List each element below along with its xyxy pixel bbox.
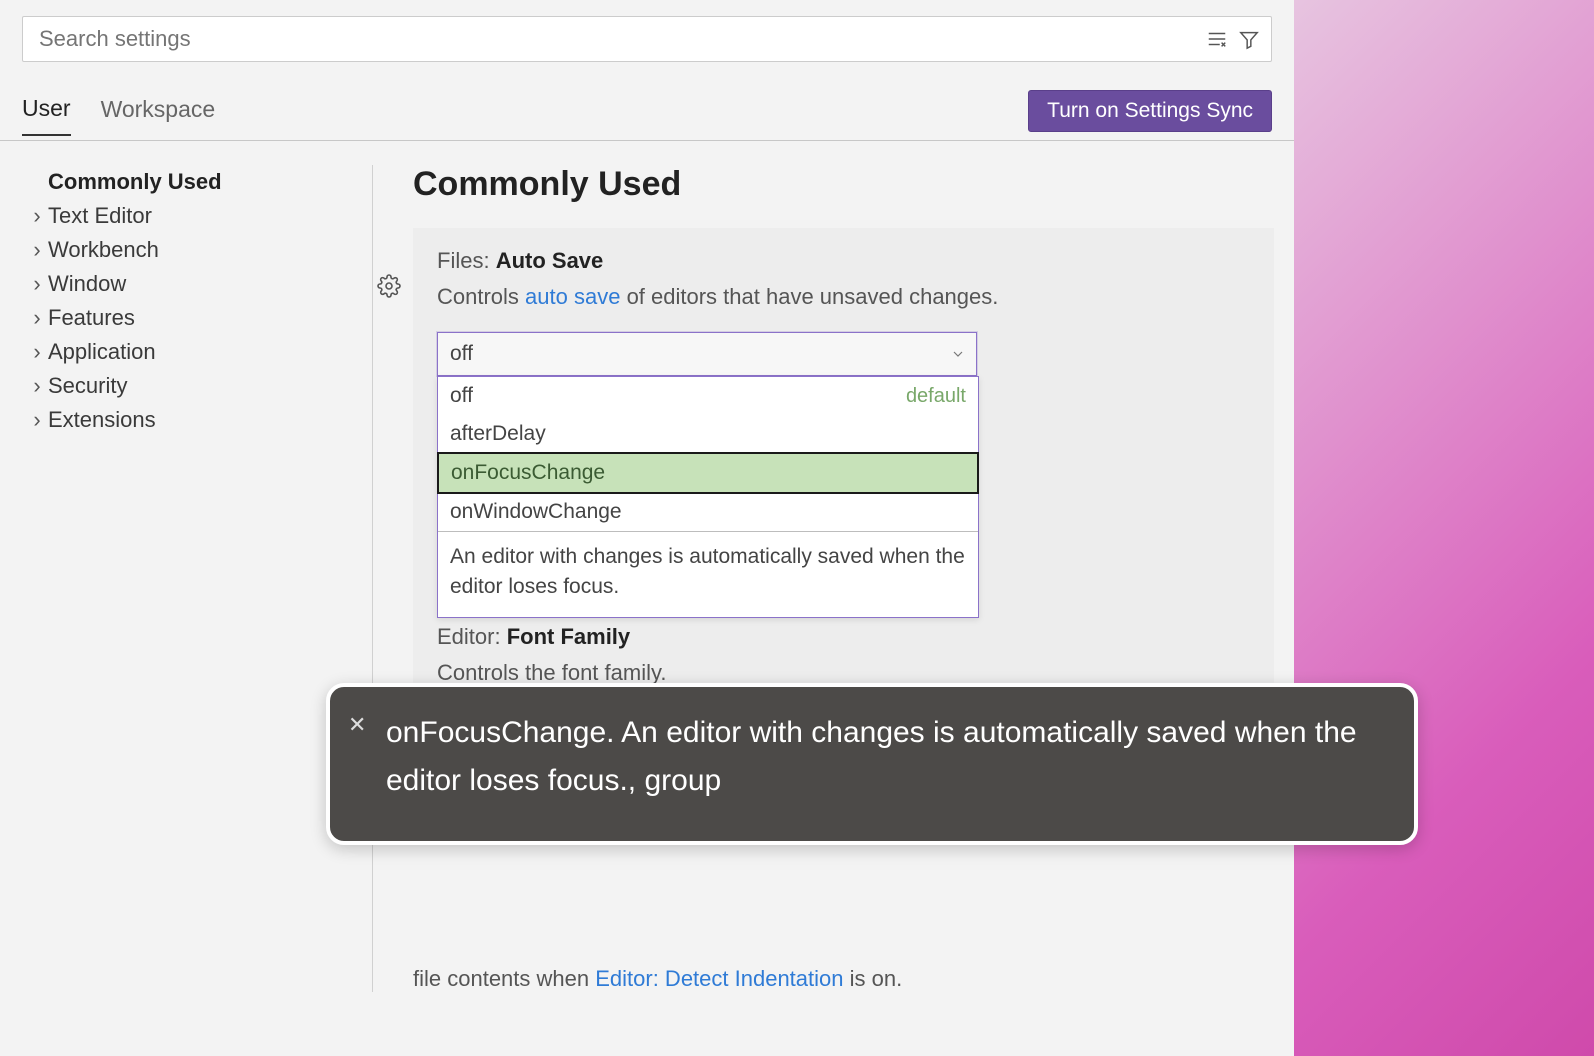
tree-item-label: Features (48, 305, 135, 331)
tree-window[interactable]: › Window (52, 267, 372, 301)
auto-save-link[interactable]: auto save (525, 284, 620, 309)
setting-name: Auto Save (496, 248, 604, 273)
dropdown-option-off[interactable]: off default (438, 377, 978, 415)
tree-item-label: Text Editor (48, 203, 152, 229)
setting-editor-font-family: Editor: Font Family Controls the font fa… (437, 624, 1250, 686)
tree-item-label: Application (48, 339, 156, 365)
chevron-right-icon: › (26, 407, 48, 433)
tooltip-text: onFocusChange. An editor with changes is… (386, 716, 1357, 797)
chevron-down-icon (950, 346, 966, 362)
tab-workspace[interactable]: Workspace (101, 96, 216, 135)
chevron-right-icon: › (26, 203, 48, 229)
dropdown-option-afterdelay[interactable]: afterDelay (438, 415, 978, 453)
desc-text: is on. (844, 966, 903, 991)
chevron-right-icon: › (26, 271, 48, 297)
clear-filters-icon[interactable] (1203, 25, 1231, 53)
setting-description: Controls auto save of editors that have … (437, 284, 1250, 310)
tab-user[interactable]: User (22, 95, 71, 136)
option-label: onFocusChange (451, 461, 605, 485)
desc-text: of editors that have unsaved changes. (620, 284, 998, 309)
tree-item-label: Security (48, 373, 127, 399)
chevron-right-icon: › (26, 339, 48, 365)
tree-item-label: Window (48, 271, 126, 297)
search-bar (22, 16, 1272, 62)
settings-tree: › Commonly Used › Text Editor › Workbenc… (0, 165, 373, 992)
option-label: off (450, 384, 473, 408)
default-badge: default (906, 385, 966, 408)
dropdown-current-value: off (450, 342, 473, 366)
partial-setting-line: file contents when Editor: Detect Indent… (413, 966, 1294, 992)
scope-tabs: User Workspace Turn on Settings Sync (0, 62, 1294, 141)
dropdown-popup: off default afterDelay onFocusChange onW… (437, 376, 979, 618)
detect-indentation-link[interactable]: Editor: Detect Indentation (595, 966, 843, 991)
tree-extensions[interactable]: › Extensions (52, 403, 372, 437)
dropdown-hint: An editor with changes is automatically … (438, 531, 978, 617)
tree-workbench[interactable]: › Workbench (52, 233, 372, 267)
settings-sync-button[interactable]: Turn on Settings Sync (1028, 90, 1272, 132)
tree-features[interactable]: › Features (52, 301, 372, 335)
settings-editor: User Workspace Turn on Settings Sync › C… (0, 0, 1294, 1056)
tree-application[interactable]: › Application (52, 335, 372, 369)
setting-title: Files: Auto Save (437, 248, 1250, 274)
chevron-right-icon: › (26, 237, 48, 263)
window-edge-gradient (1294, 0, 1594, 1056)
close-icon[interactable]: ✕ (348, 707, 366, 742)
tree-item-label: Extensions (48, 407, 156, 433)
accessibility-tooltip: ✕ onFocusChange. An editor with changes … (326, 683, 1418, 845)
tree-text-editor[interactable]: › Text Editor (52, 199, 372, 233)
dropdown-option-onfocuschange[interactable]: onFocusChange (437, 452, 979, 494)
setting-files-auto-save: Files: Auto Save Controls auto save of e… (413, 228, 1274, 736)
option-label: afterDelay (450, 422, 546, 446)
settings-content: Commonly Used Files: Auto Save Controls … (373, 165, 1294, 992)
gear-icon[interactable] (377, 274, 403, 300)
desc-text: file contents when (413, 966, 595, 991)
tree-security[interactable]: › Security (52, 369, 372, 403)
chevron-right-icon: › (26, 305, 48, 331)
chevron-right-icon: › (26, 373, 48, 399)
auto-save-dropdown: off off default afterDelay (437, 332, 977, 376)
filter-icon[interactable] (1235, 25, 1263, 53)
tree-item-label: Commonly Used (48, 169, 222, 195)
search-input[interactable] (37, 25, 1199, 53)
dropdown-option-onwindowchange[interactable]: onWindowChange (438, 493, 978, 531)
content-heading: Commonly Used (413, 165, 1294, 204)
setting-prefix: Files: (437, 248, 496, 273)
dropdown-select[interactable]: off (437, 332, 977, 376)
setting-title: Editor: Font Family (437, 624, 1250, 650)
tree-commonly-used[interactable]: › Commonly Used (52, 165, 372, 199)
setting-name: Font Family (507, 624, 630, 649)
tree-item-label: Workbench (48, 237, 159, 263)
desc-text: Controls (437, 284, 525, 309)
option-label: onWindowChange (450, 500, 622, 524)
setting-prefix: Editor: (437, 624, 507, 649)
